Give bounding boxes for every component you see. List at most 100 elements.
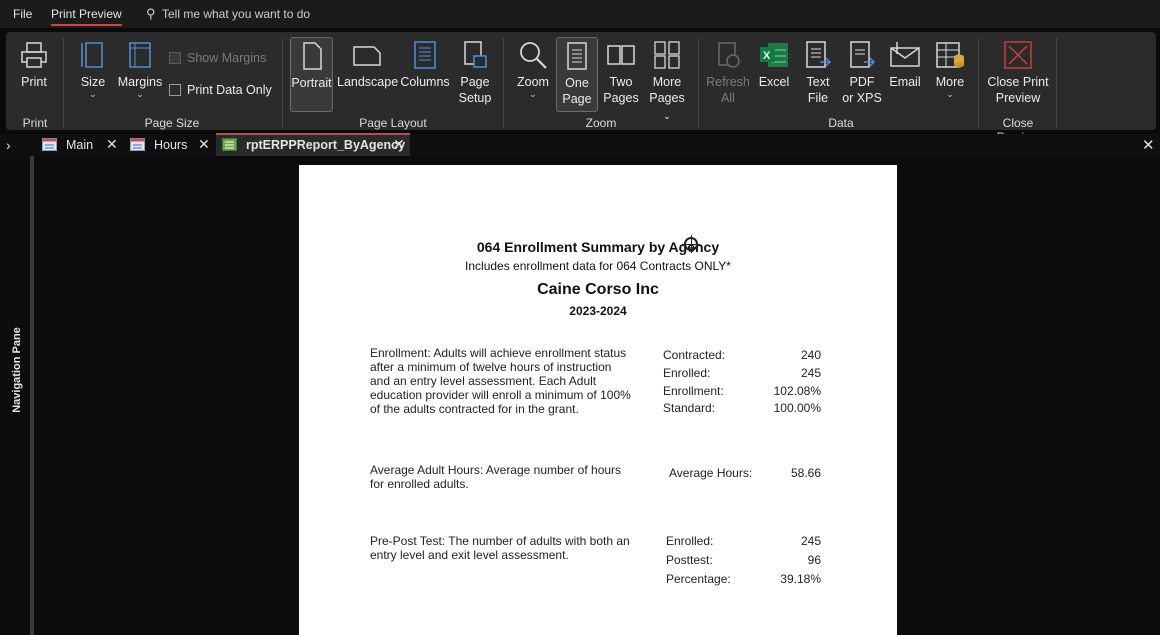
group-label-page-layout: Page Layout [359, 116, 427, 130]
report-subtitle: Includes enrollment data for 064 Contrac… [465, 259, 731, 273]
page-setup-icon [464, 41, 487, 68]
metric-value: 58.66 [790, 466, 821, 480]
metric-label: Enrolled: [666, 534, 714, 548]
tell-me-search[interactable]: ⚲ Tell me what you want to do [146, 6, 310, 22]
prepost-description: Pre-Post Test: The number of adults with… [370, 534, 640, 562]
form-icon [42, 138, 57, 151]
size-button[interactable]: Size ⌄ [76, 40, 110, 99]
email-button[interactable]: Email [886, 40, 924, 90]
metric-label: Enrollment: [663, 384, 724, 398]
metric-label: Percentage: [666, 572, 731, 586]
separator [978, 38, 979, 128]
chevron-down-icon: ⌄ [529, 89, 537, 99]
excel-icon: X [760, 43, 788, 67]
magnifier-icon [520, 42, 547, 69]
menu-bar: File Print Preview ⚲ Tell me what you wan… [0, 0, 1160, 28]
page-label: Page [460, 75, 490, 89]
print-button[interactable]: Print [14, 40, 54, 90]
agency-name: Caine Corso Inc [537, 281, 659, 298]
email-icon [890, 42, 920, 67]
metric-label: Standard: [663, 401, 716, 415]
menu-file[interactable]: File [13, 7, 32, 21]
two-pages-label: Pages [603, 91, 639, 105]
group-label-page-size: Page Size [144, 116, 200, 130]
margins-button[interactable]: Margins ⌄ [117, 40, 163, 99]
close-print-label: Close Print [987, 75, 1049, 89]
metric-value: 100.00% [773, 401, 821, 415]
page-size-icon [81, 42, 103, 68]
close-icon[interactable]: ✕ [393, 136, 405, 153]
tab-report[interactable]: rptERPPReport_ByAgency ✕ [216, 133, 410, 156]
tab-main[interactable]: Main ✕ [36, 135, 122, 156]
pdf-label: PDF [849, 75, 875, 89]
chevron-down-icon: ⌄ [946, 89, 954, 99]
desc-line: and an entry level assessment. Each Adul… [370, 374, 597, 388]
more-pages-button[interactable]: More Pages ⌄ [646, 40, 688, 124]
two-pages-icon [607, 45, 635, 65]
separator [698, 38, 699, 128]
print-label: Print [21, 75, 47, 89]
metric-value: 39.18% [780, 572, 821, 586]
portrait-button[interactable]: Portrait [290, 37, 333, 112]
chevron-down-icon: ⌄ [663, 111, 671, 121]
metric-value: 245 [800, 366, 821, 380]
more-data-button[interactable]: More ⌄ [930, 40, 970, 99]
two-label: Two [609, 75, 633, 89]
zoom-cursor-icon [682, 235, 700, 253]
program-year: 2023-2024 [569, 304, 627, 318]
pdf-export-icon [850, 41, 876, 68]
pdf-xps-button[interactable]: PDF or XPS [840, 40, 884, 106]
expand-nav-pane-icon[interactable]: › [6, 137, 11, 153]
desc-line: entry level and exit level assessment. [370, 548, 569, 562]
more-label: More [652, 75, 682, 89]
report-page[interactable]: 064 Enrollment Summary by Agency Include… [299, 165, 897, 635]
landscape-label: Landscape [337, 75, 399, 89]
zoom-label: Zoom [517, 75, 549, 89]
metric-value: 245 [800, 534, 821, 548]
navigation-pane-label: Navigation Pane [11, 327, 23, 413]
desc-line: after a minimum of twelve hours of instr… [370, 360, 612, 374]
show-margins-checkbox[interactable]: Show Margins [169, 51, 266, 65]
setup-label: Setup [458, 91, 492, 105]
tell-me-placeholder: Tell me what you want to do [162, 7, 311, 21]
portrait-page-icon [302, 42, 322, 70]
zoom-button[interactable]: Zoom ⌄ [512, 40, 554, 99]
one-label: One [565, 76, 589, 90]
landscape-button[interactable]: Landscape [337, 40, 399, 90]
separator [282, 38, 283, 128]
navigation-pane[interactable]: Navigation Pane [0, 156, 30, 635]
columns-label: Columns [400, 75, 450, 89]
close-icon[interactable]: ✕ [198, 136, 210, 153]
close-print-preview-button[interactable]: Close Print Preview [984, 40, 1052, 106]
margins-label: Margins [117, 75, 163, 89]
refresh-all-button[interactable]: Refresh All [706, 40, 750, 106]
two-pages-button[interactable]: Two Pages [602, 40, 640, 106]
one-page-icon [567, 42, 587, 70]
tab-hours[interactable]: Hours ✕ [124, 135, 214, 156]
one-page-button[interactable]: One Page [556, 37, 598, 112]
metric-label: Average Hours: [669, 466, 753, 480]
separator [63, 38, 64, 128]
desc-line: for enrolled adults. [370, 477, 469, 491]
or-xps-label: or XPS [842, 91, 882, 105]
page-setup-button[interactable]: Page Setup [455, 40, 495, 106]
printer-icon [21, 42, 47, 68]
print-data-only-checkbox[interactable]: Print Data Only [169, 83, 272, 97]
desc-line: Enrollment: Adults will achieve enrollme… [370, 346, 627, 360]
columns-button[interactable]: Columns [400, 40, 450, 90]
columns-icon [414, 41, 436, 69]
margins-icon [129, 42, 151, 68]
metric-label: Enrolled: [663, 366, 711, 380]
tab-label: rptERPPReport_ByAgency [246, 138, 406, 152]
multiple-pages-icon [654, 41, 680, 69]
svg-text:X: X [763, 50, 771, 62]
text-file-button[interactable]: Text File [800, 40, 836, 106]
menu-print-preview[interactable]: Print Preview [51, 7, 122, 26]
desc-line: of the adults contracted for in the gran… [370, 402, 579, 416]
landscape-page-icon [353, 46, 381, 66]
close-document-icon[interactable]: ✕ [1142, 136, 1155, 154]
close-icon[interactable]: ✕ [106, 136, 118, 153]
report-title: 064 Enrollment Summary by Agency [476, 239, 720, 255]
excel-button[interactable]: X Excel [754, 40, 794, 90]
metric-value: 240 [800, 348, 821, 362]
